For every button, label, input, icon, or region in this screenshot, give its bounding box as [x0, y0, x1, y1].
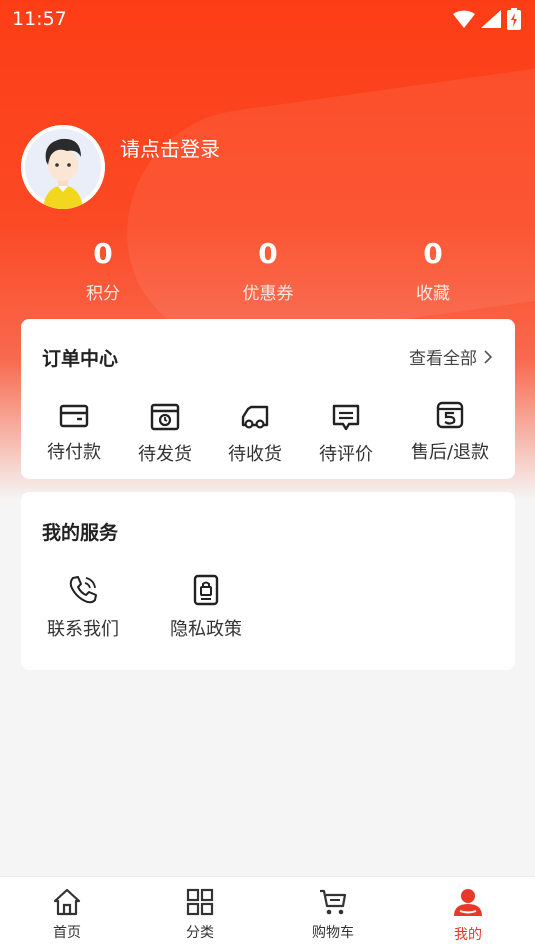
order-item-label: 待付款: [47, 442, 101, 463]
order-pending-receipt[interactable]: 待收货: [205, 403, 305, 466]
order-center-card: 订单中心 查看全部 待付款 待发货 待收货 待评价 售后/退款: [21, 319, 515, 479]
header-decoration: [111, 64, 535, 356]
box-icon: [150, 403, 180, 431]
order-pending-shipment[interactable]: 待发货: [115, 403, 215, 466]
user-icon: [454, 889, 482, 916]
order-item-label: 待发货: [138, 444, 192, 465]
tab-home[interactable]: 首页: [27, 887, 107, 942]
tab-cart[interactable]: 购物车: [293, 887, 373, 942]
stat-value: 0: [258, 237, 278, 270]
stat-value: 0: [93, 237, 113, 270]
service-item-label: 隐私政策: [170, 619, 242, 640]
battery-icon: [507, 8, 521, 30]
tab-label: 首页: [53, 925, 81, 941]
wallet-icon: [59, 404, 89, 428]
service-privacy-policy[interactable]: 隐私政策: [156, 574, 256, 641]
service-contact-us[interactable]: 联系我们: [33, 574, 133, 641]
avatar-icon: [21, 125, 105, 209]
truck-icon: [241, 405, 269, 429]
tab-label: 我的: [454, 927, 482, 943]
order-center-title: 订单中心: [42, 348, 119, 370]
service-item-label: 联系我们: [47, 619, 119, 640]
my-services-title: 我的服务: [42, 522, 119, 544]
order-pending-payment[interactable]: 待付款: [24, 403, 124, 464]
view-all-orders-link[interactable]: 查看全部: [409, 344, 493, 369]
tab-mine[interactable]: 我的: [428, 887, 508, 944]
bottom-tab-bar: 首页 分类 购物车 我的: [0, 876, 535, 951]
home-icon: [53, 888, 81, 916]
tab-categories[interactable]: 分类: [160, 887, 240, 942]
order-item-label: 售后/退款: [410, 442, 490, 463]
my-services-card: 我的服务 联系我们 隐私政策: [21, 492, 515, 670]
status-bar: 11:57: [0, 0, 535, 38]
view-all-label: 查看全部: [409, 349, 477, 369]
stat-favorites[interactable]: 0 收藏: [373, 237, 493, 304]
order-pending-review[interactable]: 待评价: [296, 403, 396, 466]
stat-coupons[interactable]: 0 优惠券: [208, 237, 328, 304]
tab-label: 分类: [186, 925, 214, 941]
order-item-label: 待收货: [228, 444, 282, 465]
stat-label: 收藏: [416, 284, 450, 304]
wifi-icon: [453, 10, 475, 28]
stat-points[interactable]: 0 积分: [43, 237, 163, 304]
refund-icon: [436, 401, 464, 429]
status-time: 11:57: [12, 8, 67, 30]
stats-row: 0 积分 0 优惠券 0 收藏: [0, 237, 535, 307]
lock-doc-icon: [193, 574, 219, 606]
order-item-label: 待评价: [319, 444, 373, 465]
phone-icon: [69, 576, 97, 604]
stat-label: 优惠券: [242, 284, 294, 304]
tab-label: 购物车: [312, 925, 354, 941]
chevron-right-icon: [484, 349, 493, 364]
avatar[interactable]: [21, 125, 105, 209]
login-prompt[interactable]: 请点击登录: [120, 133, 220, 162]
status-icons: [453, 8, 521, 30]
comment-icon: [332, 404, 360, 431]
order-after-sales[interactable]: 售后/退款: [400, 401, 500, 464]
signal-icon: [481, 10, 501, 28]
cart-icon: [320, 889, 347, 915]
stat-value: 0: [423, 237, 443, 270]
grid-icon: [186, 888, 214, 916]
stat-label: 积分: [86, 284, 120, 304]
